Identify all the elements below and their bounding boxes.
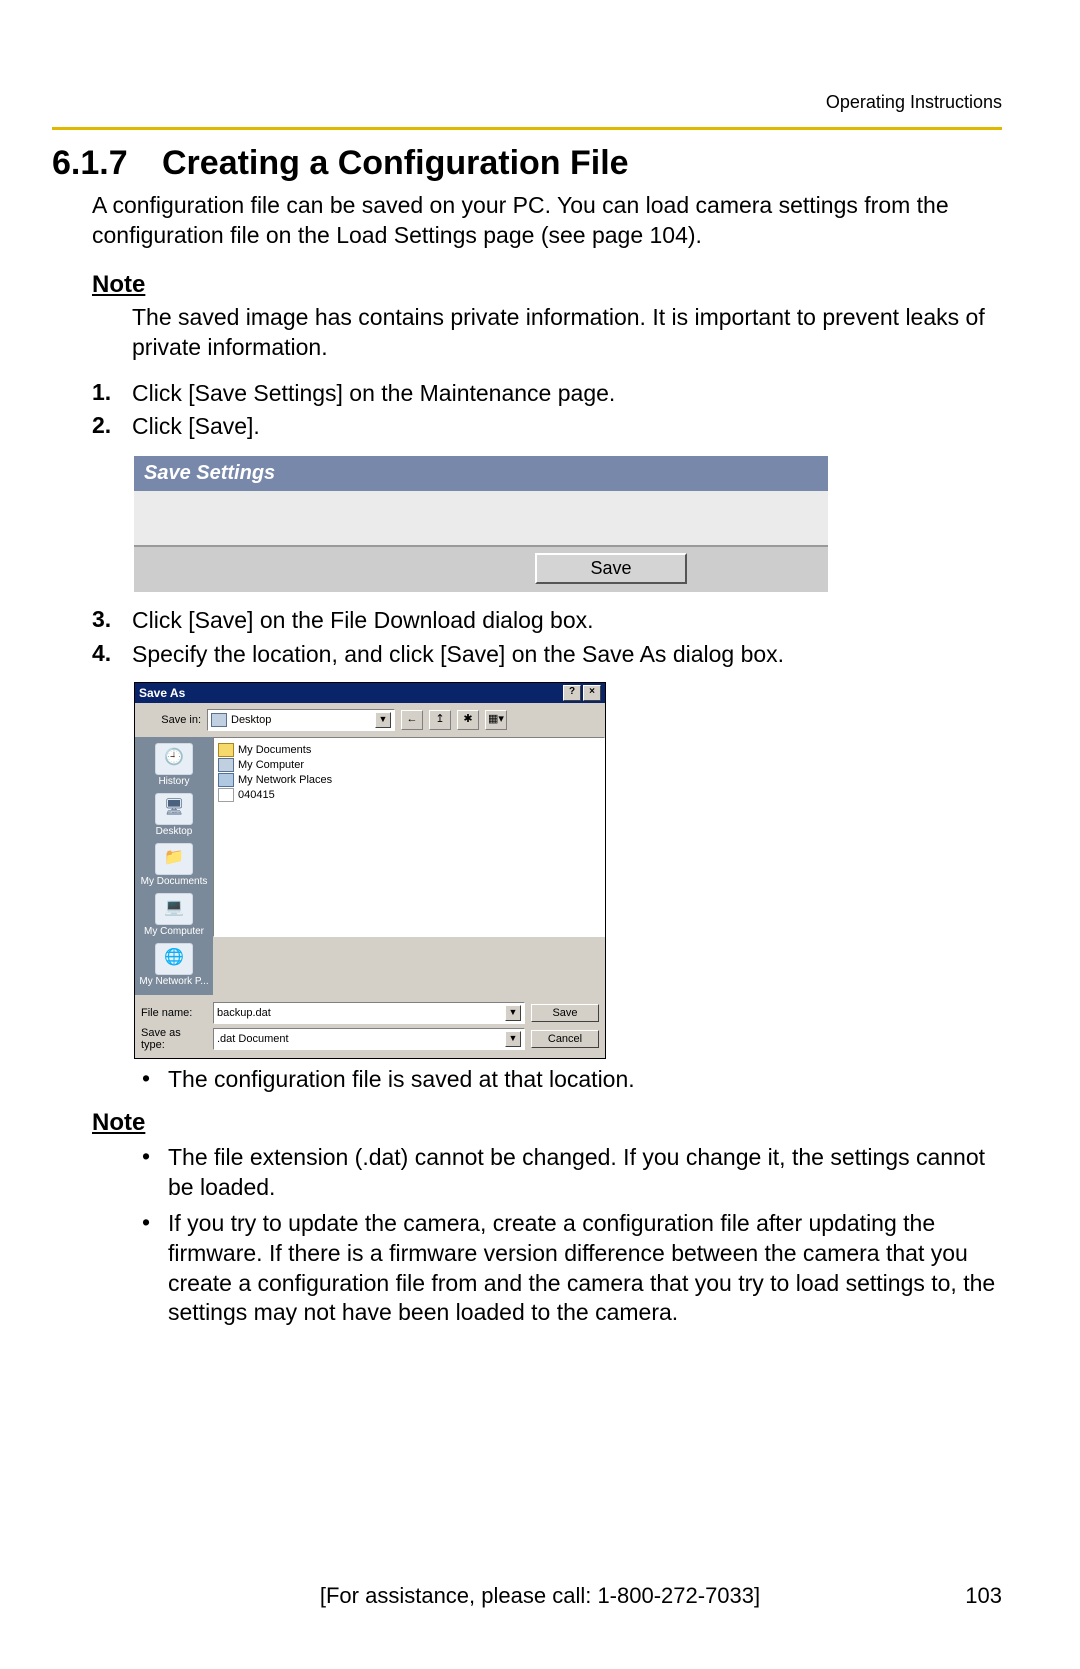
save-settings-panel: Save Settings Save — [134, 456, 828, 592]
close-icon[interactable]: × — [583, 685, 601, 701]
new-folder-icon[interactable]: ✱ — [457, 710, 479, 730]
bullet-text: The configuration file is saved at that … — [168, 1065, 1002, 1095]
places-label: My Network P... — [139, 976, 208, 987]
desktop-icon — [211, 713, 227, 727]
dialog-title: Save As — [139, 686, 185, 700]
section-intro: A configuration file can be saved on you… — [92, 191, 1002, 251]
list-item[interactable]: My Documents — [218, 743, 600, 757]
bullet-marker: • — [142, 1065, 168, 1095]
step-text: Click [Save]. — [132, 412, 1002, 442]
step-1: 1. Click [Save Settings] on the Maintena… — [92, 379, 1002, 409]
network-icon — [218, 773, 234, 787]
views-icon[interactable]: ▦▾ — [485, 710, 507, 730]
list-item[interactable]: My Network Places — [218, 773, 600, 787]
panel-footer: Save — [134, 547, 828, 592]
step-text: Click [Save Settings] on the Maintenance… — [132, 379, 1002, 409]
file-name: My Documents — [238, 744, 311, 756]
places-label: History — [158, 776, 189, 787]
savein-value: Desktop — [231, 714, 271, 726]
filename-value: backup.dat — [217, 1007, 271, 1019]
savein-label: Save in: — [141, 714, 201, 726]
section-number: 6.1.7 — [52, 144, 162, 183]
dialog-bottom: File name: backup.dat ▼ Save Save as typ… — [135, 995, 605, 1058]
list-item[interactable]: 040415 — [218, 788, 600, 802]
note-label: Note — [92, 1109, 1002, 1137]
file-name: My Network Places — [238, 774, 332, 786]
save-as-dialog: Save As ? × Save in: Desktop ▼ ← ↥ ✱ ▦▾ — [134, 682, 606, 1059]
places-label: My Documents — [141, 876, 208, 887]
places-mydocs[interactable]: 📁My Documents — [139, 841, 209, 891]
file-name: 040415 — [238, 789, 275, 801]
running-header: Operating Instructions — [52, 92, 1002, 113]
filename-input[interactable]: backup.dat ▼ — [213, 1002, 525, 1024]
section-title: Creating a Configuration File — [162, 144, 629, 182]
note-body: The saved image has contains private inf… — [132, 303, 1002, 363]
places-label: Desktop — [156, 826, 193, 837]
bullet-marker: • — [142, 1209, 168, 1329]
filetype-combo[interactable]: .dat Document ▼ — [213, 1028, 525, 1050]
bullet-item: • The file extension (.dat) cannot be ch… — [142, 1143, 1002, 1203]
step-number: 2. — [92, 412, 132, 442]
chevron-down-icon[interactable]: ▼ — [505, 1005, 521, 1021]
note-label: Note — [92, 271, 1002, 299]
filetype-label: Save as type: — [141, 1027, 207, 1051]
save-button[interactable]: Save — [531, 1004, 599, 1022]
places-label: My Computer — [144, 926, 204, 937]
panel-title: Save Settings — [134, 456, 828, 491]
save-as-dialog-wrap: Save As ? × Save in: Desktop ▼ ← ↥ ✱ ▦▾ — [134, 682, 1002, 1059]
step-3: 3. Click [Save] on the File Download dia… — [92, 606, 1002, 636]
bullet-marker: • — [142, 1143, 168, 1203]
bullet-item: • The configuration file is saved at tha… — [142, 1065, 1002, 1095]
document-page: Operating Instructions 6.1.7Creating a C… — [0, 0, 1080, 1669]
folder-icon — [218, 788, 234, 802]
page-number: 103 — [965, 1583, 1002, 1609]
footer-assist: [For assistance, please call: 1-800-272-… — [0, 1583, 1080, 1609]
bullet-text: If you try to update the camera, create … — [168, 1209, 1002, 1329]
step-2: 2. Click [Save]. — [92, 412, 1002, 442]
bullet-text: The file extension (.dat) cannot be chan… — [168, 1143, 1002, 1203]
step-number: 1. — [92, 379, 132, 409]
step-4: 4. Specify the location, and click [Save… — [92, 640, 1002, 670]
back-icon[interactable]: ← — [401, 710, 423, 730]
file-name: My Computer — [238, 759, 304, 771]
savein-combo[interactable]: Desktop ▼ — [207, 709, 395, 731]
computer-icon — [218, 758, 234, 772]
list-item[interactable]: My Computer — [218, 758, 600, 772]
cancel-button[interactable]: Cancel — [531, 1030, 599, 1048]
places-history[interactable]: 🕘History — [139, 741, 209, 791]
places-bar: 🕘History 🖥Desktop 📁My Documents 💻My Comp… — [135, 737, 213, 995]
up-one-level-icon[interactable]: ↥ — [429, 710, 451, 730]
dialog-titlebar: Save As ? × — [135, 683, 605, 703]
folder-icon — [218, 743, 234, 757]
step-text: Click [Save] on the File Download dialog… — [132, 606, 1002, 636]
filetype-value: .dat Document — [217, 1033, 289, 1045]
panel-body — [134, 491, 828, 547]
places-mynetwork[interactable]: 🌐My Network P... — [139, 941, 209, 991]
places-desktop[interactable]: 🖥Desktop — [139, 791, 209, 841]
header-rule — [52, 127, 1002, 130]
filename-label: File name: — [141, 1007, 207, 1019]
save-button[interactable]: Save — [535, 553, 687, 584]
places-mycomputer[interactable]: 💻My Computer — [139, 891, 209, 941]
chevron-down-icon[interactable]: ▼ — [375, 712, 391, 728]
step-text: Specify the location, and click [Save] o… — [132, 640, 1002, 670]
file-list[interactable]: My Documents My Computer My Network Plac… — [213, 737, 605, 937]
help-icon[interactable]: ? — [563, 685, 581, 701]
chevron-down-icon[interactable]: ▼ — [505, 1031, 521, 1047]
section-heading: 6.1.7Creating a Configuration File — [52, 144, 1002, 183]
bullet-item: • If you try to update the camera, creat… — [142, 1209, 1002, 1329]
step-number: 3. — [92, 606, 132, 636]
dialog-toolbar: Save in: Desktop ▼ ← ↥ ✱ ▦▾ — [135, 703, 605, 737]
step-number: 4. — [92, 640, 132, 670]
